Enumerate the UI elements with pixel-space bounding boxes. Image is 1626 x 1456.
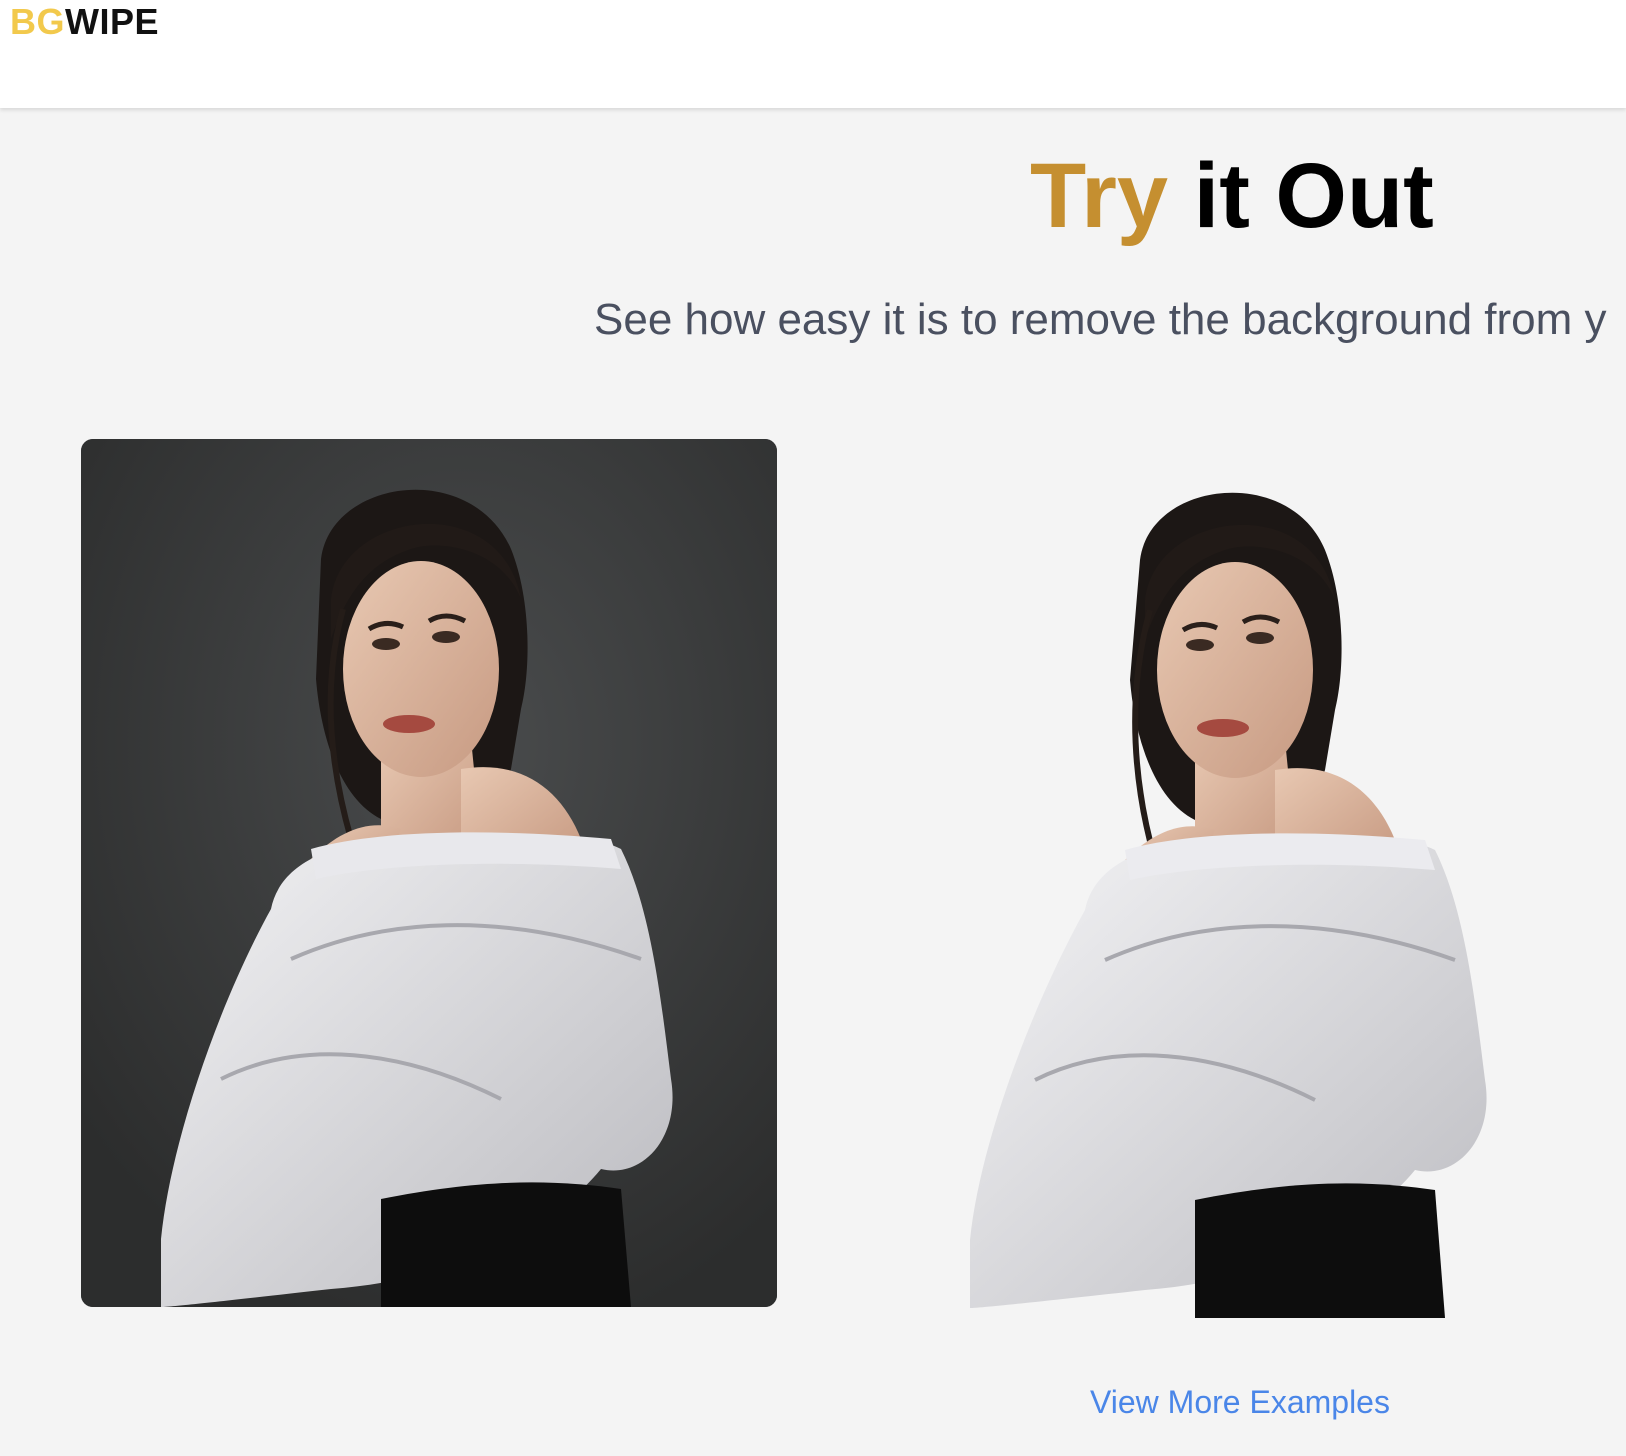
background-removed-image	[940, 470, 1500, 1318]
title-rest: it Out	[1168, 145, 1434, 247]
page-subtitle: See how easy it is to remove the backgro…	[594, 295, 1607, 344]
portrait-figure-original	[81, 439, 777, 1307]
page-title: Try it Out	[1030, 140, 1434, 252]
view-more-examples-link[interactable]: View More Examples	[1090, 1382, 1390, 1422]
top-navbar: BGWIPE	[0, 0, 1626, 108]
original-portrait-image	[81, 439, 777, 1307]
logo-bg-text: BG	[10, 1, 65, 42]
logo-wipe-text: WIPE	[65, 1, 160, 42]
bgwipe-logo[interactable]: BGWIPE	[10, 2, 159, 42]
portrait-figure-cutout	[970, 492, 1487, 1318]
title-accent-word: Try	[1030, 145, 1169, 247]
